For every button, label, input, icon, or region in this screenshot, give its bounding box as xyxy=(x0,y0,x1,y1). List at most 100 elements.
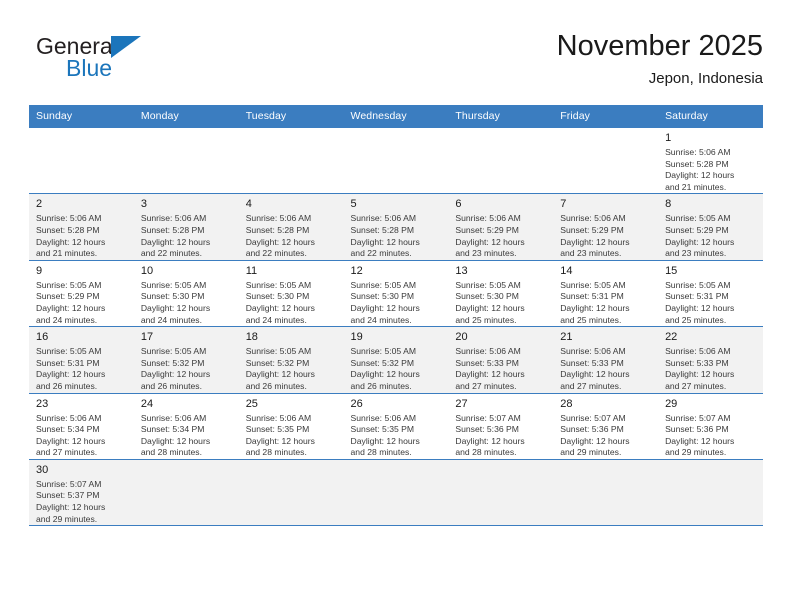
calendar-week-row: 30 Sunrise: 5:07 AM Sunset: 5:37 PM Dayli… xyxy=(29,459,763,527)
calendar-day-cell[interactable]: 12 Sunrise: 5:05 AM Sunset: 5:30 PM Dayli… xyxy=(343,260,449,328)
day-number: 24 xyxy=(140,397,154,410)
calendar-week-row: 9 Sunrise: 5:05 AM Sunset: 5:29 PM Daylig… xyxy=(29,260,763,328)
day-details: Sunrise: 5:05 AM Sunset: 5:30 PM Dayligh… xyxy=(140,279,211,325)
calendar-day-cell[interactable]: 30 Sunrise: 5:07 AM Sunset: 5:37 PM Dayli… xyxy=(29,459,134,527)
day-number: 19 xyxy=(350,331,363,344)
calendar-day-cell[interactable] xyxy=(133,128,239,195)
calendar-day-cell[interactable] xyxy=(29,128,134,195)
day-number: 21 xyxy=(560,331,573,344)
title-block: November 2025 Jepon, Indonesia xyxy=(557,28,763,90)
calendar-day-cell[interactable]: 5 Sunrise: 5:06 AM Sunset: 5:28 PM Daylig… xyxy=(343,193,449,261)
page-subtitle: Jepon, Indonesia xyxy=(648,70,763,87)
day-details: Sunrise: 5:06 AM Sunset: 5:34 PM Dayligh… xyxy=(140,412,211,458)
day-details: Sunrise: 5:06 AM Sunset: 5:28 PM Dayligh… xyxy=(245,213,315,259)
calendar-day-cell[interactable]: 3 Sunrise: 5:06 AM Sunset: 5:28 PM Daylig… xyxy=(133,193,239,261)
calendar-header-row: Sunday Monday Tuesday Wednesday Thursday… xyxy=(29,105,763,128)
weekday-header-tuesday: Tuesday xyxy=(238,105,344,128)
day-details: Sunrise: 5:05 AM Sunset: 5:31 PM Dayligh… xyxy=(36,346,106,391)
day-number: 17 xyxy=(140,331,154,344)
calendar-day-cell[interactable]: 14 Sunrise: 5:05 AM Sunset: 5:31 PM Dayli… xyxy=(553,260,659,328)
calendar-day-cell[interactable]: 25 Sunrise: 5:06 AM Sunset: 5:35 PM Dayli… xyxy=(238,393,344,460)
calendar-day-cell[interactable]: 26 Sunrise: 5:06 AM Sunset: 5:35 PM Dayli… xyxy=(343,393,449,460)
weekday-header-monday: Monday xyxy=(133,105,239,128)
calendar-day-cell[interactable]: 16 Sunrise: 5:05 AM Sunset: 5:31 PM Dayli… xyxy=(29,326,134,394)
day-details: Sunrise: 5:06 AM Sunset: 5:33 PM Dayligh… xyxy=(665,346,735,391)
day-number: 14 xyxy=(560,264,573,277)
calendar-day-cell[interactable]: 28 Sunrise: 5:07 AM Sunset: 5:36 PM Dayli… xyxy=(553,393,659,460)
calendar-day-cell[interactable]: 24 Sunrise: 5:06 AM Sunset: 5:34 PM Dayli… xyxy=(133,393,239,460)
day-details: Sunrise: 5:07 AM Sunset: 5:36 PM Dayligh… xyxy=(665,412,735,458)
day-number: 28 xyxy=(560,397,573,410)
day-number: 5 xyxy=(350,198,357,211)
day-details: Sunrise: 5:05 AM Sunset: 5:32 PM Dayligh… xyxy=(140,346,211,391)
day-details: Sunrise: 5:07 AM Sunset: 5:37 PM Dayligh… xyxy=(36,478,106,524)
day-number: 18 xyxy=(245,331,258,344)
calendar-day-cell[interactable]: 6 Sunrise: 5:06 AM Sunset: 5:29 PM Daylig… xyxy=(448,193,554,261)
calendar-day-cell[interactable]: 27 Sunrise: 5:07 AM Sunset: 5:36 PM Dayli… xyxy=(448,393,554,460)
calendar-day-cell[interactable] xyxy=(343,459,449,527)
day-details: Sunrise: 5:05 AM Sunset: 5:32 PM Dayligh… xyxy=(350,346,420,391)
day-number: 12 xyxy=(350,264,363,277)
calendar-day-cell[interactable] xyxy=(553,128,659,195)
day-number: 7 xyxy=(560,198,567,211)
calendar-day-cell[interactable]: 9 Sunrise: 5:05 AM Sunset: 5:29 PM Daylig… xyxy=(29,260,134,328)
calendar-day-cell[interactable] xyxy=(553,459,659,527)
calendar-day-cell[interactable] xyxy=(343,128,449,195)
day-number: 9 xyxy=(36,264,43,277)
calendar-day-cell[interactable]: 18 Sunrise: 5:05 AM Sunset: 5:32 PM Dayli… xyxy=(238,326,344,394)
calendar-week-row: 2 Sunrise: 5:06 AM Sunset: 5:28 PM Daylig… xyxy=(29,193,763,261)
calendar-day-cell[interactable] xyxy=(133,459,239,527)
calendar-day-cell[interactable]: 1 Sunrise: 5:06 AM Sunset: 5:28 PM Daylig… xyxy=(658,128,763,195)
calendar-body: 1 Sunrise: 5:06 AM Sunset: 5:28 PM Daylig… xyxy=(29,128,763,527)
day-number: 20 xyxy=(455,331,468,344)
calendar-day-cell[interactable]: 7 Sunrise: 5:06 AM Sunset: 5:29 PM Daylig… xyxy=(553,193,659,261)
calendar-day-cell[interactable]: 2 Sunrise: 5:06 AM Sunset: 5:28 PM Daylig… xyxy=(29,193,134,261)
day-details: Sunrise: 5:05 AM Sunset: 5:29 PM Dayligh… xyxy=(36,279,106,325)
day-number: 4 xyxy=(245,198,252,211)
day-number: 23 xyxy=(36,397,49,410)
brand-name-blue: Blue xyxy=(66,55,113,81)
weekday-header-thursday: Thursday xyxy=(448,105,554,128)
calendar-day-cell[interactable] xyxy=(238,128,344,195)
day-number: 29 xyxy=(665,397,678,410)
calendar-day-cell[interactable]: 21 Sunrise: 5:06 AM Sunset: 5:33 PM Dayli… xyxy=(553,326,659,394)
day-number: 11 xyxy=(245,264,258,277)
calendar-day-cell[interactable] xyxy=(658,459,763,527)
day-details: Sunrise: 5:05 AM Sunset: 5:29 PM Dayligh… xyxy=(665,213,735,259)
day-number: 30 xyxy=(36,463,49,476)
page-header: General Blue November 2025 Jepon, Indone… xyxy=(29,28,763,100)
page-title: November 2025 xyxy=(556,30,763,62)
calendar-day-cell[interactable]: 17 Sunrise: 5:05 AM Sunset: 5:32 PM Dayli… xyxy=(133,326,239,394)
day-number: 16 xyxy=(36,331,49,344)
calendar-day-cell[interactable]: 8 Sunrise: 5:05 AM Sunset: 5:29 PM Daylig… xyxy=(658,193,763,261)
day-details: Sunrise: 5:06 AM Sunset: 5:34 PM Dayligh… xyxy=(36,412,106,458)
calendar-day-cell[interactable]: 11 Sunrise: 5:05 AM Sunset: 5:30 PM Dayli… xyxy=(238,260,344,328)
calendar-day-cell[interactable]: 10 Sunrise: 5:05 AM Sunset: 5:30 PM Dayli… xyxy=(133,260,239,328)
day-details: Sunrise: 5:05 AM Sunset: 5:32 PM Dayligh… xyxy=(245,346,315,391)
calendar-day-cell[interactable] xyxy=(448,459,554,527)
calendar-week-row: 16 Sunrise: 5:05 AM Sunset: 5:31 PM Dayli… xyxy=(29,326,763,394)
day-details: Sunrise: 5:05 AM Sunset: 5:31 PM Dayligh… xyxy=(665,279,735,325)
calendar-day-cell[interactable] xyxy=(448,128,554,195)
day-details: Sunrise: 5:07 AM Sunset: 5:36 PM Dayligh… xyxy=(455,412,525,458)
calendar-day-cell[interactable]: 19 Sunrise: 5:05 AM Sunset: 5:32 PM Dayli… xyxy=(343,326,449,394)
calendar-day-cell[interactable]: 13 Sunrise: 5:05 AM Sunset: 5:30 PM Dayli… xyxy=(448,260,554,328)
calendar-day-cell[interactable]: 15 Sunrise: 5:05 AM Sunset: 5:31 PM Dayli… xyxy=(658,260,763,328)
day-details: Sunrise: 5:05 AM Sunset: 5:31 PM Dayligh… xyxy=(560,279,630,325)
brand-logo[interactable]: General Blue xyxy=(36,34,236,94)
day-number: 3 xyxy=(140,198,147,211)
day-number: 13 xyxy=(455,264,468,277)
calendar-week-row: 1 Sunrise: 5:06 AM Sunset: 5:28 PM Daylig… xyxy=(29,128,763,195)
day-details: Sunrise: 5:05 AM Sunset: 5:30 PM Dayligh… xyxy=(455,279,525,325)
calendar-day-cell[interactable]: 23 Sunrise: 5:06 AM Sunset: 5:34 PM Dayli… xyxy=(29,393,134,460)
calendar-page: General Blue November 2025 Jepon, Indone… xyxy=(0,0,792,612)
calendar-day-cell[interactable]: 22 Sunrise: 5:06 AM Sunset: 5:33 PM Dayli… xyxy=(658,326,763,394)
calendar-day-cell[interactable]: 20 Sunrise: 5:06 AM Sunset: 5:33 PM Dayli… xyxy=(448,326,554,394)
day-details: Sunrise: 5:05 AM Sunset: 5:30 PM Dayligh… xyxy=(245,279,315,325)
calendar-day-cell[interactable]: 4 Sunrise: 5:06 AM Sunset: 5:28 PM Daylig… xyxy=(238,193,344,261)
calendar-day-cell[interactable] xyxy=(238,459,344,527)
day-details: Sunrise: 5:06 AM Sunset: 5:28 PM Dayligh… xyxy=(665,147,735,192)
day-number: 25 xyxy=(245,397,258,410)
day-number: 10 xyxy=(140,264,154,277)
calendar-day-cell[interactable]: 29 Sunrise: 5:07 AM Sunset: 5:36 PM Dayli… xyxy=(658,393,763,460)
